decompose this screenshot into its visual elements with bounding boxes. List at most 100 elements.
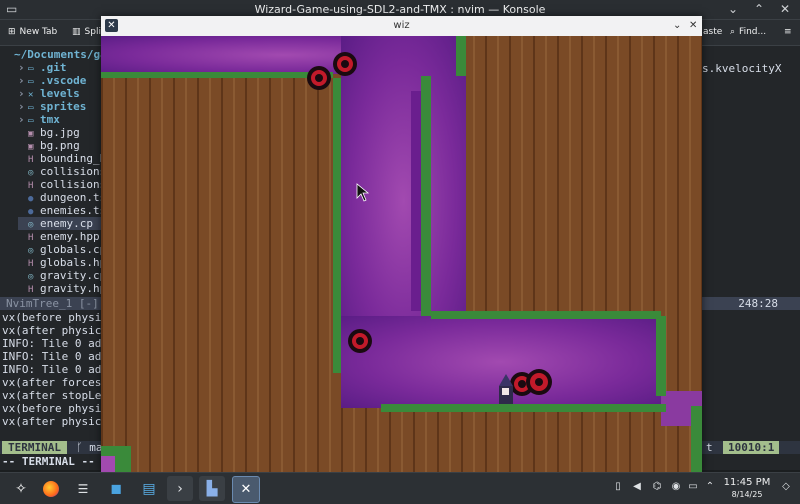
network-icon[interactable]: ⌬ bbox=[651, 481, 663, 493]
tree-item-name: bg.jpg bbox=[40, 126, 80, 139]
display-icon[interactable]: ▭ bbox=[687, 481, 699, 493]
terminal-position-badge: 10010:1 bbox=[723, 441, 780, 454]
tree-item-name: gravity.hp bbox=[40, 282, 107, 295]
wiz-titlebar[interactable]: ✕ wiz ⌄ ✕ bbox=[101, 16, 702, 36]
volume-icon[interactable]: ◀ bbox=[631, 481, 643, 493]
tree-item[interactable]: Henemy.hpp bbox=[18, 230, 100, 243]
terminal-output-line: INFO: Tile 0 adv bbox=[2, 350, 108, 363]
tree-item[interactable]: ◎ collisions bbox=[18, 165, 106, 178]
xwayland-app-icon[interactable]: ✕ bbox=[232, 476, 260, 503]
terminal-output-line: vx(after stopLef bbox=[2, 389, 108, 402]
terminal-mode-badge: TERMINAL bbox=[2, 441, 67, 454]
status-fragment: t bbox=[706, 441, 713, 454]
dolphin-files-icon[interactable]: ▤ bbox=[136, 476, 162, 501]
tree-item[interactable]: ◎ globals.cp bbox=[18, 243, 106, 256]
clock-time: 11:45 PM bbox=[723, 477, 771, 488]
tree-chevron-icon: › bbox=[18, 113, 25, 126]
show-desktop-icon[interactable]: ◇ bbox=[780, 481, 792, 493]
cursor-position: 248:28 bbox=[738, 297, 778, 310]
tree-chevron-icon: › bbox=[18, 74, 25, 87]
grass-edge-top bbox=[101, 72, 333, 78]
split-view-button[interactable]: ▥ Spli bbox=[72, 20, 101, 45]
firefox-logo bbox=[43, 480, 59, 497]
tree-item[interactable]: ▣ bg.png bbox=[18, 139, 80, 152]
enemy-sprite bbox=[526, 369, 552, 395]
wiz-close-button[interactable]: ✕ bbox=[689, 16, 697, 36]
terminal-output-line: vx(before physic bbox=[2, 402, 108, 415]
enemy-sprite bbox=[333, 52, 357, 76]
tetris-game-icon[interactable]: ▙ bbox=[199, 476, 225, 501]
tree-item-name: tmx bbox=[40, 113, 60, 126]
h-icon: H bbox=[28, 285, 34, 295]
close-button[interactable]: ✕ bbox=[780, 0, 790, 19]
tree-item[interactable]: ◎ gravity.cp bbox=[18, 269, 106, 282]
tray-expand-icon[interactable]: ⌃ bbox=[704, 481, 716, 493]
minimize-button[interactable]: ⌄ bbox=[728, 0, 738, 19]
menu-button[interactable]: ≡ bbox=[784, 20, 792, 45]
tree-item-name: .git bbox=[40, 61, 67, 74]
discover-store-icon[interactable]: ◼ bbox=[103, 476, 129, 501]
tree-chevron-icon: › bbox=[18, 61, 25, 74]
tree-item[interactable]: Hgravity.hp bbox=[18, 282, 106, 295]
firefox-icon[interactable] bbox=[38, 476, 64, 501]
tree-item-name: collisions bbox=[40, 178, 107, 191]
clock-date: 8/14/25 bbox=[731, 490, 763, 499]
tree-item-name: collisions bbox=[40, 165, 107, 178]
tree-item-name: gravity.cp bbox=[40, 269, 107, 282]
wiz-game-window[interactable]: ✕ wiz ⌄ ✕ bbox=[101, 16, 702, 472]
grass-edge-shaft-left bbox=[333, 78, 341, 373]
terminal-output-line: vx(after physics bbox=[2, 415, 108, 428]
application-launcher-icon[interactable]: ✧ bbox=[8, 476, 34, 501]
new-tab-icon: ⊞ bbox=[8, 27, 16, 37]
tree-item-name: enemy.hpp bbox=[40, 230, 100, 243]
tree-item-name: bg.png bbox=[40, 139, 80, 152]
new-tab-button[interactable]: ⊞ New Tab bbox=[8, 20, 57, 45]
konsole-icon[interactable]: › bbox=[167, 476, 193, 501]
tree-item-name: sprites bbox=[40, 100, 87, 113]
game-canvas[interactable] bbox=[101, 36, 702, 472]
tree-chevron-icon: › bbox=[18, 87, 25, 100]
tree-item[interactable]: ◎ enemy.cp bbox=[18, 217, 102, 230]
tree-item[interactable]: › ✕ levels bbox=[18, 87, 80, 100]
clipboard-icon[interactable]: ▯ bbox=[612, 481, 624, 493]
tree-item-name: .vscode bbox=[40, 74, 87, 87]
system-settings-icon[interactable]: ☰ bbox=[70, 476, 96, 501]
find-button[interactable]: ⌕ Find... bbox=[730, 20, 766, 45]
grass-edge-shaft-top-right bbox=[456, 36, 466, 76]
tree-item[interactable]: › ▭ tmx bbox=[18, 113, 60, 126]
split-label: Spli bbox=[84, 27, 101, 37]
updates-icon[interactable]: ◉ bbox=[670, 481, 682, 493]
enemy-sprite bbox=[307, 66, 331, 90]
tree-item[interactable]: ● enemies.ts bbox=[18, 204, 106, 217]
editor-statusline: 248:28 bbox=[702, 297, 800, 310]
tree-item-name: enemy.cp bbox=[40, 217, 93, 230]
paste-button[interactable]: aste bbox=[703, 20, 722, 45]
tree-item[interactable]: ▣ bg.jpg bbox=[18, 126, 80, 139]
x-app-icon: ✕ bbox=[105, 19, 118, 32]
enemy-sprite bbox=[348, 329, 372, 353]
maximize-button[interactable]: ⌃ bbox=[754, 0, 764, 19]
new-tab-label: New Tab bbox=[19, 27, 58, 37]
tree-root: ~/Documents/ga bbox=[14, 48, 107, 61]
tree-item[interactable]: Hcollisions bbox=[18, 178, 106, 191]
tree-item[interactable]: › ▭ .vscode bbox=[18, 74, 86, 87]
terminal-output-line: vx(before physic bbox=[2, 311, 108, 324]
tree-item[interactable]: › ▭ .git bbox=[18, 61, 67, 74]
tree-item-name: globals.hp bbox=[40, 256, 107, 269]
grass-edge-tunnel-top bbox=[431, 311, 661, 319]
window-title: Wizard-Game-using-SDL2-and-TMX : nvim — … bbox=[254, 3, 546, 16]
terminal-output-line: vx(after forces, bbox=[2, 376, 108, 389]
cave-bottom-left bbox=[101, 456, 115, 472]
wiz-title: wiz bbox=[393, 20, 410, 31]
nvimtree-statusline-text: NvimTree_1 [-] bbox=[6, 297, 99, 310]
branch-indicator: ᚴ ma bbox=[76, 441, 102, 454]
tree-item[interactable]: Hglobals.hp bbox=[18, 256, 106, 269]
tree-item[interactable]: Hbounding_b bbox=[18, 152, 106, 165]
digital-clock[interactable]: 11:45 PM 8/14/25 bbox=[722, 476, 772, 500]
tree-item[interactable]: ● dungeon.ts bbox=[18, 191, 106, 204]
wiz-minimize-button[interactable]: ⌄ bbox=[673, 16, 681, 36]
tree-item[interactable]: › ▭ sprites bbox=[18, 100, 86, 113]
mode-line: -- TERMINAL -- bbox=[2, 455, 95, 468]
grass-edge-tunnel-bottom bbox=[381, 404, 666, 412]
paste-label: aste bbox=[703, 27, 723, 37]
